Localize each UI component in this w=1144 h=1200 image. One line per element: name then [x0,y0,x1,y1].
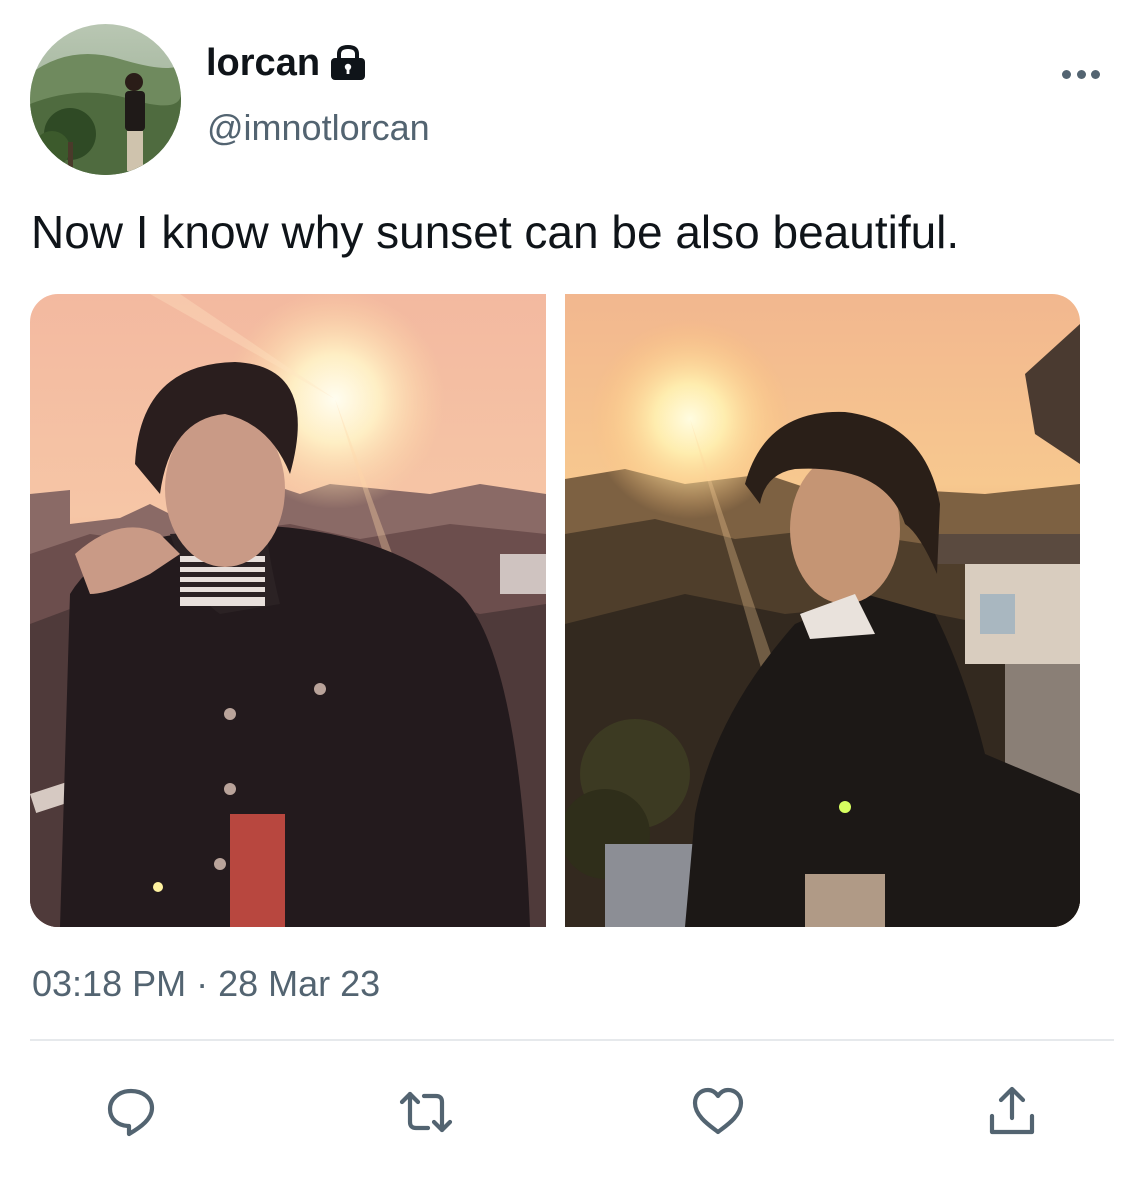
tweet-photo-1[interactable] [30,294,546,927]
retweet-icon [399,1091,453,1133]
display-name[interactable]: lorcan [206,40,368,86]
more-dot [1091,69,1100,79]
share-icon [989,1086,1035,1135]
lock-icon [328,43,368,83]
like-icon [692,1087,744,1135]
more-horizontal-icon[interactable] [1058,60,1104,88]
tweet-card: lorcan @imnotlorcan Now I know why sunse… [0,0,1144,1200]
reply-button[interactable] [103,1084,159,1140]
like-button[interactable] [690,1084,746,1140]
avatar[interactable] [30,24,181,175]
tweet-photo-2[interactable] [565,294,1080,927]
user-handle[interactable]: @imnotlorcan [207,106,430,150]
tweet-text: Now I know why sunset can be also beauti… [31,206,960,258]
retweet-button[interactable] [398,1084,454,1140]
divider [30,1039,1114,1041]
tweet-timestamp[interactable]: 03:18 PM · 28 Mar 23 [32,962,380,1006]
display-name-text: lorcan [206,42,321,84]
more-dot [1062,69,1071,79]
share-button[interactable] [984,1084,1040,1140]
reply-icon [107,1088,155,1137]
more-dot [1076,69,1086,79]
